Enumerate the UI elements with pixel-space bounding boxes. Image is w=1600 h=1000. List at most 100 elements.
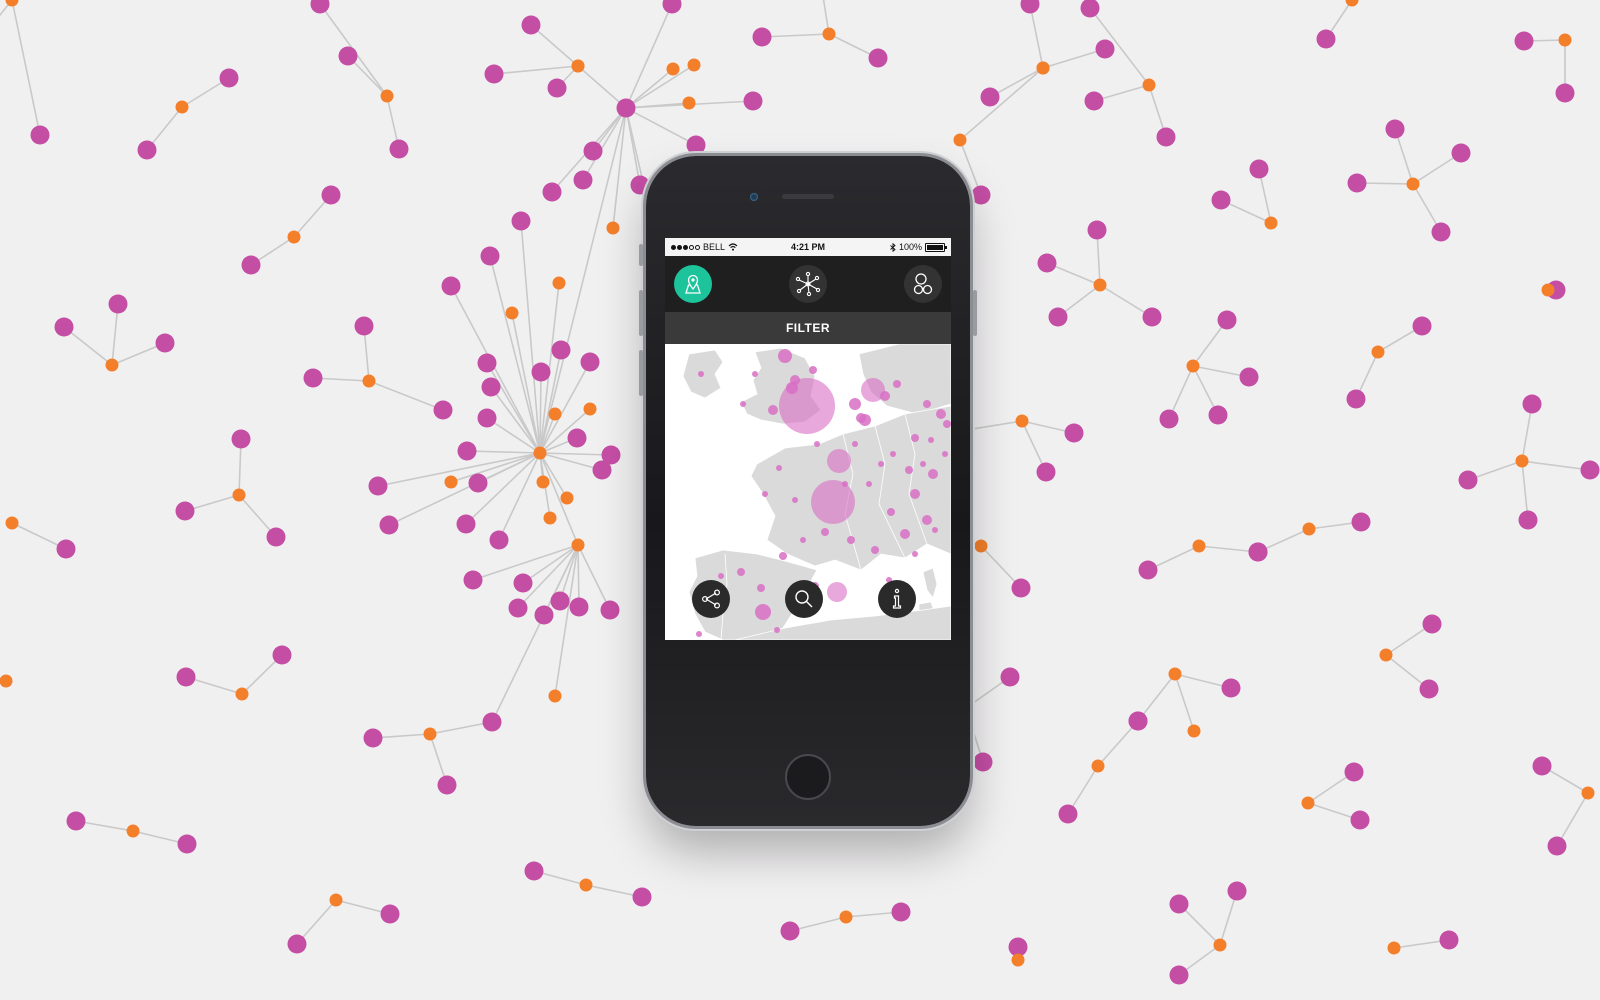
map-bubble [910,489,920,499]
graph-node [155,333,175,353]
graph-node [531,362,551,382]
graph-node [1156,127,1176,147]
graph-node [1142,307,1162,327]
graph-hub-node [1581,786,1595,800]
graph-hub-node [533,446,547,460]
map-bubble [790,375,800,385]
graph-node [980,87,1000,107]
map-bubble [866,481,872,487]
graph-hub-node [1301,796,1315,810]
map-bubble [757,584,765,592]
graph-hub-node [1036,61,1050,75]
graph-node [482,712,502,732]
graph-link [368,380,444,411]
graph-link [522,544,579,584]
graph-node [441,276,461,296]
graph-node [177,834,197,854]
graph-node [743,91,763,111]
graph-node [1344,762,1364,782]
graph-hub-node [1213,938,1227,952]
nav-clusters-button[interactable] [904,265,942,303]
graph-node [569,597,589,617]
map-bubble [928,469,938,479]
status-bar: BELL 4:21 PM 100% [665,238,951,256]
graph-node [1532,756,1552,776]
graph-node [573,170,593,190]
graph-hub-node [571,59,585,73]
graph-node [524,861,544,881]
graph-node [1316,29,1336,49]
map-bubble [779,552,787,560]
graph-node [1514,31,1534,51]
graph-node [310,0,330,14]
nav-network-button[interactable] [789,265,827,303]
graph-node [1048,307,1068,327]
map-bubble [856,413,866,423]
info-icon [892,588,902,609]
graph-node [481,377,501,397]
graph-hub-node [974,539,988,553]
graph-node [321,185,341,205]
filter-button[interactable]: FILTER [665,312,951,344]
map-bubble [698,371,704,377]
map-bubble [890,451,896,457]
graph-node [1208,405,1228,425]
graph-node [463,570,483,590]
graph-node [1217,310,1237,330]
map-bubble [911,434,919,442]
graph-node [1221,678,1241,698]
graph-node [303,368,323,388]
graph-node [477,353,497,373]
map-bubble [905,466,913,474]
graph-node [437,775,457,795]
share-button[interactable] [692,580,730,618]
graph-node [513,573,533,593]
graph-hub-node [1541,283,1555,297]
map-bubble [943,420,951,428]
map-bubble [928,437,934,443]
graph-node [542,182,562,202]
graph-node [868,48,888,68]
graph-node [1087,220,1107,240]
map-bubble [912,551,918,557]
graph-node [363,728,383,748]
graph-node [219,68,239,88]
map-pin-icon [685,274,701,294]
info-button[interactable] [878,580,916,618]
nav-map-button[interactable] [674,265,712,303]
graph-node [551,340,571,360]
phone-power-button [973,290,977,336]
graph-node [1412,316,1432,336]
graph-link [1174,673,1195,732]
map-bubble [821,528,829,536]
graph-node [1347,173,1367,193]
graph-node [600,600,620,620]
graph-node [1431,222,1451,242]
phone-mute-switch [639,244,643,266]
home-button[interactable] [785,754,831,800]
graph-hub-node [362,374,376,388]
graph-node [891,902,911,922]
map-bubble [776,465,782,471]
graph-node [616,98,636,118]
search-button[interactable] [785,580,823,618]
graph-link [486,362,541,454]
map-bubble [847,536,855,544]
graph-hub-node [552,276,566,290]
graph-hub-node [536,475,550,489]
graph-node [175,501,195,521]
graph-node [1084,91,1104,111]
graph-link [511,312,541,454]
graph-hub-node [682,96,696,110]
graph-node [632,887,652,907]
graph-link [466,450,541,454]
map-bubble [774,627,780,633]
graph-link [577,65,627,109]
graph-node [241,255,261,275]
graph-hub-node [105,358,119,372]
graph-node [108,294,128,314]
graph-hub-node [1186,359,1200,373]
graph-hub-node [1015,414,1029,428]
graph-node [1248,542,1268,562]
graph-node [1346,389,1366,409]
